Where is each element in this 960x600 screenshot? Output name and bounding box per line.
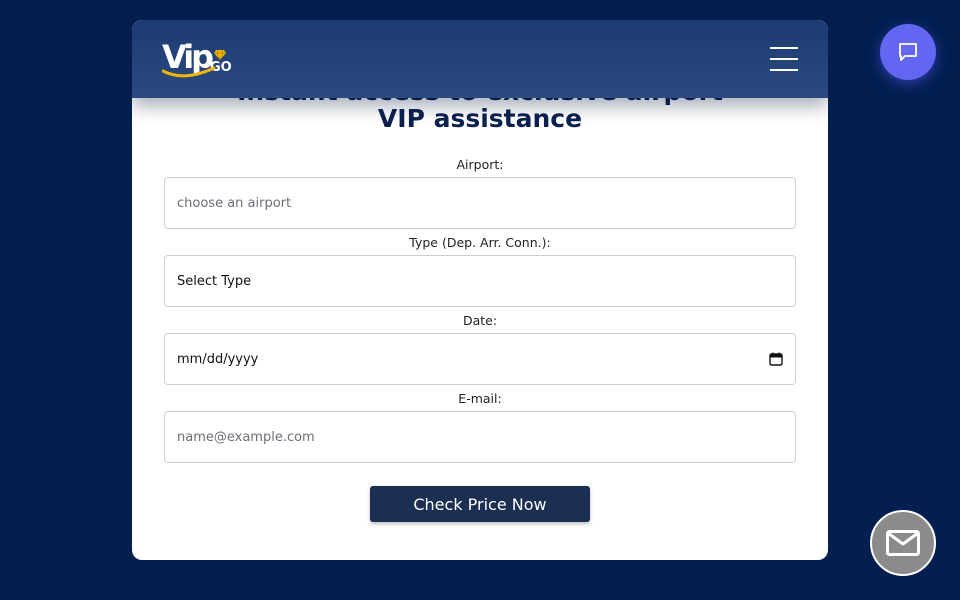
envelope-icon — [886, 530, 920, 556]
type-select-value: Select Type — [177, 273, 252, 289]
email-label: E-mail: — [458, 391, 502, 406]
check-price-button[interactable]: Check Price Now — [370, 486, 590, 522]
booking-card: Instant access to exclusive airport VIP … — [132, 20, 828, 560]
page: Instant access to exclusive airport VIP … — [0, 0, 960, 600]
menu-bar — [770, 69, 798, 71]
diamond-icon — [214, 50, 226, 60]
logo-swoosh — [162, 66, 216, 78]
site-header: Vip GO — [132, 20, 828, 98]
chat-button[interactable] — [880, 24, 936, 80]
date-input-value: mm/dd/yyyy — [177, 351, 259, 367]
vipgo-logo[interactable]: Vip GO — [162, 38, 234, 82]
form-heading-bottom: VIP assistance — [377, 104, 583, 133]
type-select[interactable]: Select Type — [164, 255, 796, 307]
date-input[interactable]: mm/dd/yyyy — [164, 333, 796, 385]
chat-bubble-icon — [899, 43, 917, 61]
type-label: Type (Dep. Arr. Conn.): — [409, 235, 551, 250]
menu-bar — [770, 58, 798, 60]
menu-bar — [770, 47, 798, 49]
airport-input[interactable] — [164, 177, 796, 229]
calendar-icon[interactable] — [769, 352, 783, 366]
date-label: Date: — [462, 313, 498, 328]
airport-label: Airport: — [456, 157, 504, 172]
hamburger-menu-icon[interactable] — [770, 47, 798, 71]
mail-button[interactable] — [870, 510, 936, 576]
email-input[interactable] — [164, 411, 796, 463]
